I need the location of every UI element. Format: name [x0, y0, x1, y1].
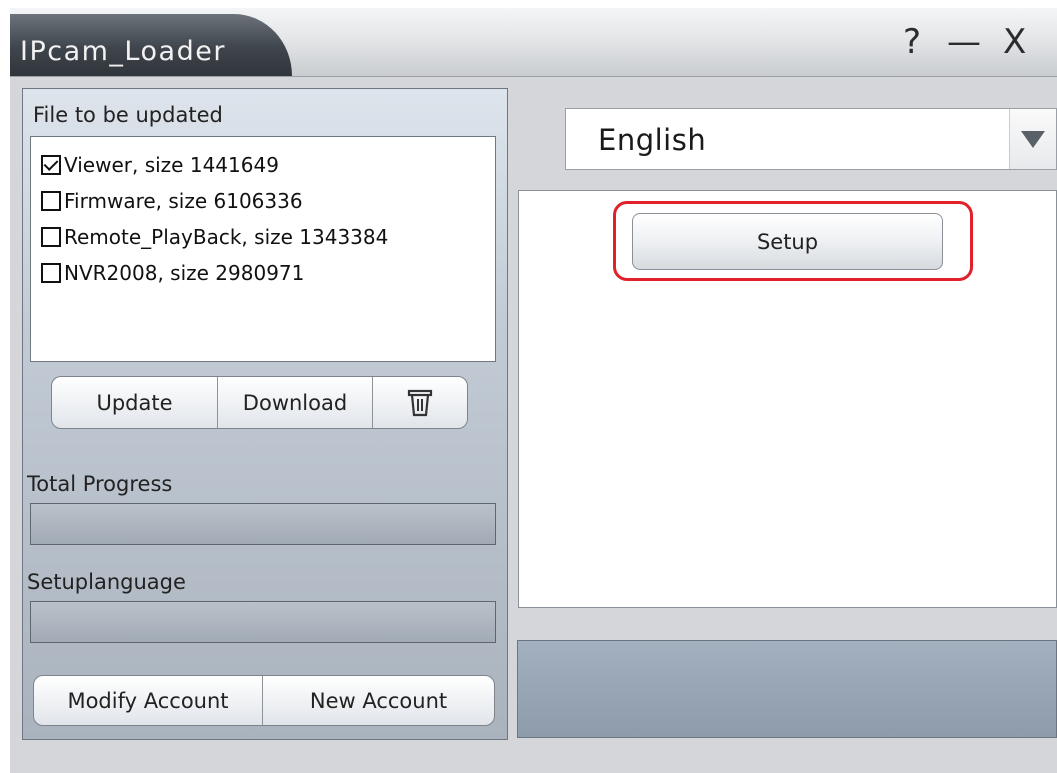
- help-button[interactable]: ?: [903, 22, 921, 62]
- title-bar[interactable]: IPcam_Loader ? — X: [10, 8, 1057, 77]
- status-area: [517, 640, 1057, 738]
- modify-account-button[interactable]: Modify Account: [34, 676, 263, 725]
- trash-icon: [407, 389, 433, 416]
- checkbox-remote-playback[interactable]: [41, 227, 61, 247]
- file-item-firmware[interactable]: Firmware, size 6106336: [41, 187, 303, 215]
- file-label-nvr2008: NVR2008, size 2980971: [64, 261, 305, 285]
- new-account-button[interactable]: New Account: [263, 676, 494, 725]
- language-select[interactable]: English: [565, 108, 1057, 170]
- file-label-remote-playback: Remote_PlayBack, size 1343384: [64, 225, 389, 249]
- title-tab: IPcam_Loader: [10, 14, 292, 76]
- app-window: IPcam_Loader ? — X File to be updated Vi…: [10, 8, 1057, 773]
- checkbox-nvr2008[interactable]: [41, 263, 61, 283]
- account-group: Modify Account New Account: [33, 675, 495, 726]
- file-actions-group: Update Download: [51, 376, 468, 429]
- language-selected-value: English: [598, 123, 707, 157]
- setup-button[interactable]: Setup: [632, 213, 943, 270]
- total-progress-label: Total Progress: [27, 472, 173, 496]
- setup-panel: Setup: [518, 190, 1057, 608]
- setuplanguage-progress-bar: [30, 601, 496, 643]
- total-progress-bar: [30, 503, 496, 545]
- minimize-button[interactable]: —: [947, 22, 981, 62]
- file-item-viewer[interactable]: Viewer, size 1441649: [41, 151, 279, 179]
- file-label-firmware: Firmware, size 6106336: [64, 189, 303, 213]
- file-item-remote-playback[interactable]: Remote_PlayBack, size 1343384: [41, 223, 388, 251]
- left-panel: File to be updated Viewer, size 1441649 …: [22, 88, 508, 740]
- setuplanguage-label: Setuplanguage: [27, 570, 186, 594]
- update-button[interactable]: Update: [52, 377, 218, 428]
- download-button[interactable]: Download: [218, 377, 373, 428]
- files-heading: File to be updated: [33, 103, 223, 127]
- window-title: IPcam_Loader: [20, 36, 226, 67]
- close-button[interactable]: X: [1003, 22, 1026, 62]
- file-label-viewer: Viewer, size 1441649: [64, 153, 279, 177]
- file-list: Viewer, size 1441649 Firmware, size 6106…: [30, 136, 496, 362]
- chevron-down-icon: [1021, 131, 1045, 148]
- delete-button[interactable]: [373, 377, 467, 428]
- file-item-nvr2008[interactable]: NVR2008, size 2980971: [41, 259, 304, 287]
- checkbox-firmware[interactable]: [41, 191, 61, 211]
- dropdown-arrow[interactable]: [1009, 109, 1056, 169]
- checkbox-viewer[interactable]: [41, 155, 61, 175]
